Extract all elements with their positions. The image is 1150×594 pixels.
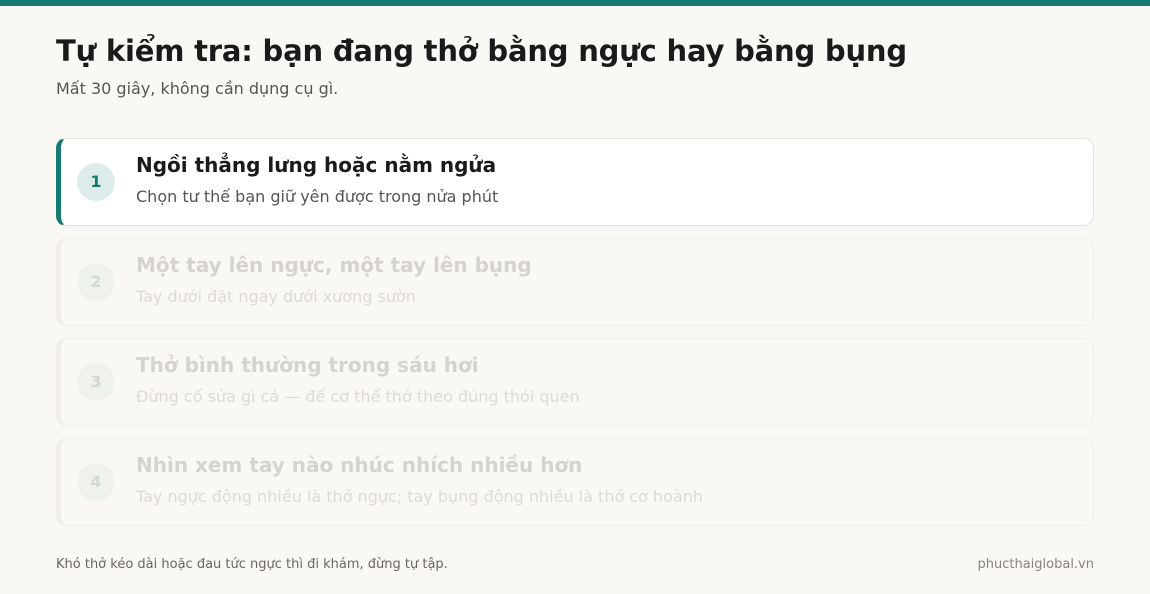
step-description: Tay ngực động nhiều là thở ngực; tay bụn… — [136, 487, 704, 506]
page-title: Tự kiểm tra: bạn đang thở bằng ngực hay … — [56, 34, 907, 68]
top-accent-bar — [0, 0, 1150, 6]
step-card-3[interactable]: 3 Thở bình thường trong sáu hơi Đừng cố … — [56, 338, 1094, 426]
step-number-badge: 4 — [77, 463, 115, 501]
step-number-badge: 3 — [77, 363, 115, 401]
footer-disclaimer: Khó thở kéo dài hoặc đau tức ngực thì đi… — [56, 557, 448, 572]
step-description: Đừng cố sửa gì cả — để cơ thể thở theo đ… — [136, 387, 580, 406]
footer-site-link[interactable]: phucthaiglobal.vn — [977, 557, 1094, 572]
step-number-badge: 2 — [77, 263, 115, 301]
step-number-badge: 1 — [77, 163, 115, 201]
steps-list: 1 Ngồi thẳng lưng hoặc nằm ngửa Chọn tư … — [56, 138, 1094, 538]
step-title: Ngồi thẳng lưng hoặc nằm ngửa — [136, 153, 497, 177]
step-description: Tay dưới đặt ngay dưới xương sườn — [136, 287, 416, 306]
step-card-1[interactable]: 1 Ngồi thẳng lưng hoặc nằm ngửa Chọn tư … — [56, 138, 1094, 226]
step-title: Một tay lên ngực, một tay lên bụng — [136, 253, 532, 277]
step-title: Nhìn xem tay nào nhúc nhích nhiều hơn — [136, 453, 583, 477]
step-card-2[interactable]: 2 Một tay lên ngực, một tay lên bụng Tay… — [56, 238, 1094, 326]
step-title: Thở bình thường trong sáu hơi — [136, 353, 479, 377]
step-card-4[interactable]: 4 Nhìn xem tay nào nhúc nhích nhiều hơn … — [56, 438, 1094, 526]
step-description: Chọn tư thế bạn giữ yên được trong nửa p… — [136, 187, 499, 206]
page-subtitle: Mất 30 giây, không cần dụng cụ gì. — [56, 79, 339, 98]
